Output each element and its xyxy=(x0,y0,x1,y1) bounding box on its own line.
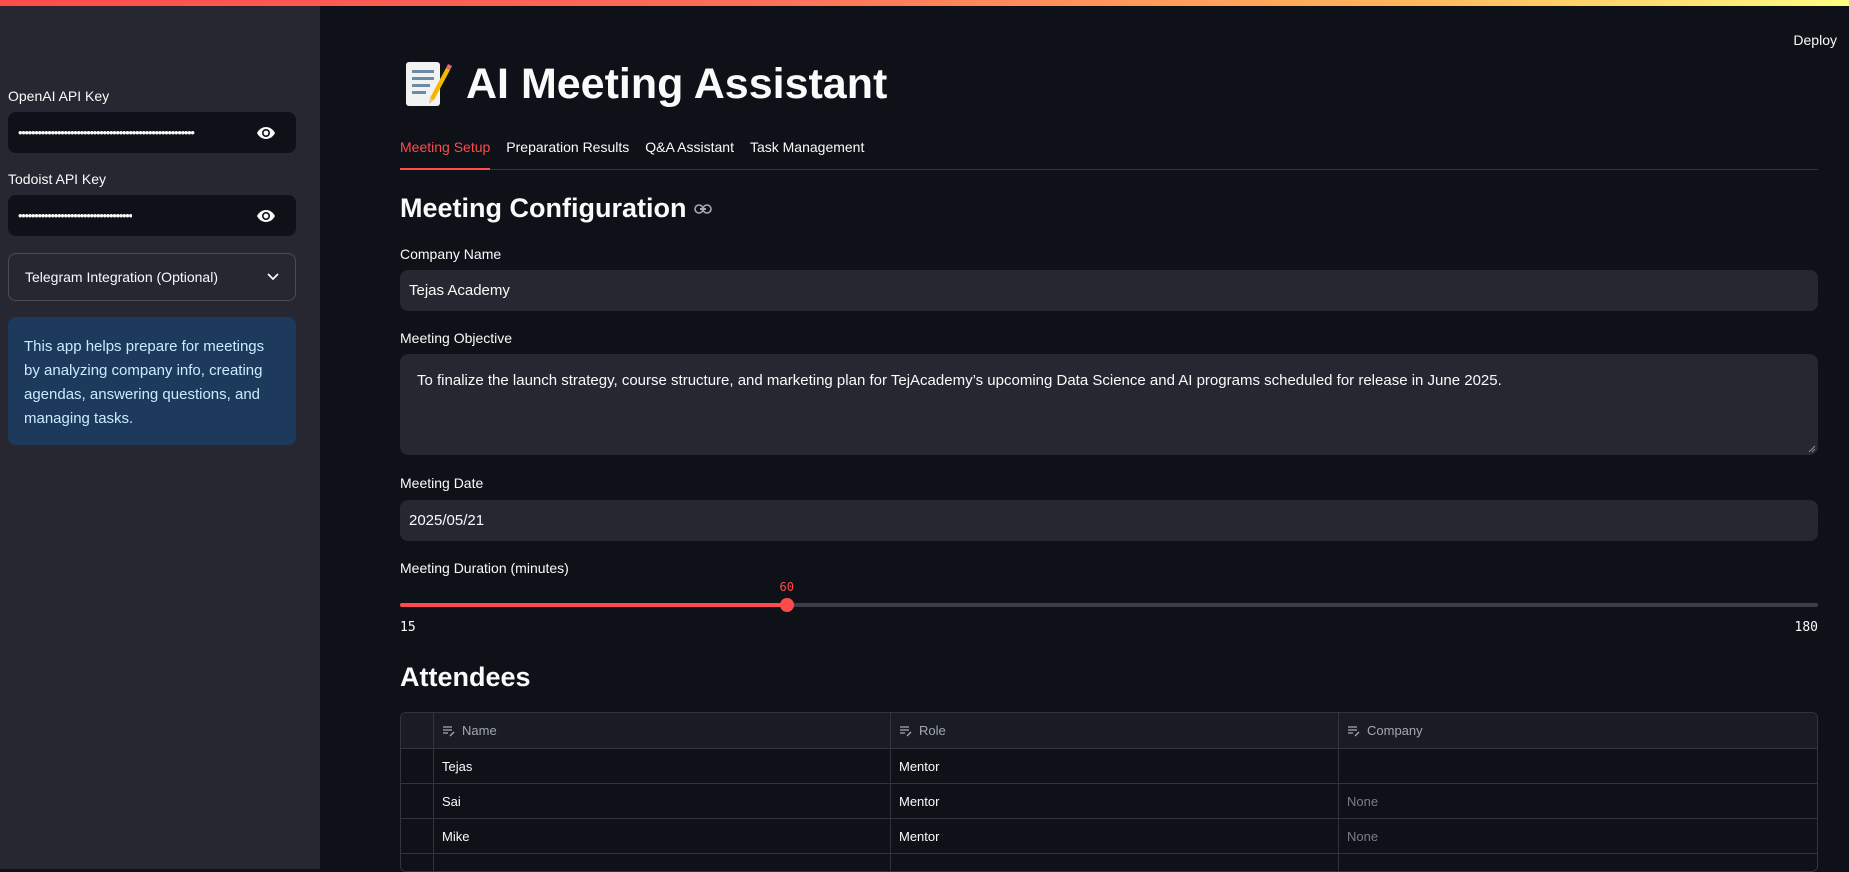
table-cell[interactable]: Mentor xyxy=(891,749,1339,783)
column-header-label: Name xyxy=(462,723,497,738)
tab-task-management[interactable]: Task Management xyxy=(750,132,864,170)
tab-meeting-setup[interactable]: Meeting Setup xyxy=(400,132,491,170)
table-row-empty[interactable] xyxy=(401,854,1817,871)
meeting-objective-textarea[interactable]: To finalize the launch strategy, course … xyxy=(400,354,1818,455)
table-row[interactable]: Mike Mentor None xyxy=(401,819,1817,854)
openai-key-label: OpenAI API Key xyxy=(8,88,110,104)
meeting-objective-text: To finalize the launch strategy, course … xyxy=(417,372,1502,389)
column-header-label: Role xyxy=(919,723,946,738)
table-row[interactable]: Sai Mentor None xyxy=(401,784,1817,819)
heading-text: Meeting Configuration xyxy=(400,193,687,223)
table-header-row: Name Role Company xyxy=(401,713,1817,749)
row-index-header xyxy=(401,713,434,748)
slider-value: 60 xyxy=(779,580,794,594)
show-password-eye-icon[interactable] xyxy=(246,118,286,148)
row-index-cell[interactable] xyxy=(401,819,434,853)
attendees-heading: Attendees xyxy=(400,662,531,692)
todoist-key-value: ••••••••••••••••••••••••••••••••••••••••… xyxy=(18,208,132,223)
meeting-duration-label: Meeting Duration (minutes) xyxy=(400,560,569,576)
duration-slider-track[interactable] xyxy=(400,603,1818,607)
page-title: AI Meeting Assistant xyxy=(400,58,887,110)
attendees-table: Name Role Company Tejas Mentor Sai Mento… xyxy=(400,712,1818,872)
todoist-key-field[interactable]: ••••••••••••••••••••••••••••••••••••••••… xyxy=(8,195,296,236)
table-cell[interactable]: None xyxy=(1339,819,1817,853)
tab-qa-assistant[interactable]: Q&A Assistant xyxy=(645,132,734,170)
row-index-cell[interactable] xyxy=(401,784,434,818)
openai-key-field[interactable]: ••••••••••••••••••••••••••••••••••••••••… xyxy=(8,112,296,153)
tab-bar: Meeting Setup Preparation Results Q&A As… xyxy=(400,132,1818,170)
table-cell[interactable] xyxy=(891,854,1339,871)
meeting-objective-label: Meeting Objective xyxy=(400,330,513,346)
text-column-icon xyxy=(900,725,912,736)
resize-grip-icon[interactable] xyxy=(1808,445,1816,453)
deploy-button[interactable]: Deploy xyxy=(1793,32,1837,48)
table-cell[interactable]: Tejas xyxy=(434,749,891,783)
company-name-label: Company Name xyxy=(400,246,502,262)
table-cell[interactable]: None xyxy=(1339,784,1817,818)
sidebar: OpenAI API Key •••••••••••••••••••••••••… xyxy=(0,6,320,869)
page-title-text: AI Meeting Assistant xyxy=(466,59,888,108)
info-box: This app helps prepare for meetings by a… xyxy=(8,317,296,445)
row-index-cell[interactable] xyxy=(401,854,434,871)
row-index-cell[interactable] xyxy=(401,749,434,783)
link-icon[interactable] xyxy=(694,203,713,214)
telegram-integration-expander[interactable]: Telegram Integration (Optional) xyxy=(8,253,296,301)
table-cell[interactable]: Mentor xyxy=(891,784,1339,818)
table-cell[interactable]: Sai xyxy=(434,784,891,818)
text-column-icon xyxy=(443,725,455,736)
text-column-icon xyxy=(1348,725,1360,736)
openai-key-value: ••••••••••••••••••••••••••••••••••••••••… xyxy=(18,125,195,140)
table-cell[interactable] xyxy=(1339,749,1817,783)
column-header-label: Company xyxy=(1367,723,1423,738)
chevron-down-icon xyxy=(267,273,279,281)
todoist-key-label: Todoist API Key xyxy=(8,171,107,187)
table-cell[interactable] xyxy=(1339,854,1817,871)
show-password-eye-icon[interactable] xyxy=(246,201,286,231)
table-cell[interactable]: Mentor xyxy=(891,819,1339,853)
expander-label: Telegram Integration (Optional) xyxy=(25,269,218,285)
table-cell[interactable] xyxy=(434,854,891,871)
duration-slider-fill xyxy=(400,603,787,607)
column-header-name[interactable]: Name xyxy=(434,713,891,748)
meeting-date-input[interactable]: 2025/05/21 xyxy=(400,500,1818,541)
duration-slider-thumb[interactable] xyxy=(779,598,794,612)
meeting-configuration-heading: Meeting Configuration xyxy=(400,193,713,224)
column-header-company[interactable]: Company xyxy=(1339,713,1817,748)
tab-preparation-results[interactable]: Preparation Results xyxy=(506,132,629,170)
column-header-role[interactable]: Role xyxy=(891,713,1339,748)
slider-max-label: 180 xyxy=(1794,620,1818,635)
memo-icon xyxy=(406,62,452,106)
slider-min-label: 15 xyxy=(400,620,416,635)
company-name-input[interactable]: Tejas Academy xyxy=(400,270,1818,311)
meeting-date-label: Meeting Date xyxy=(400,475,484,491)
table-row[interactable]: Tejas Mentor xyxy=(401,749,1817,784)
table-cell[interactable]: Mike xyxy=(434,819,891,853)
